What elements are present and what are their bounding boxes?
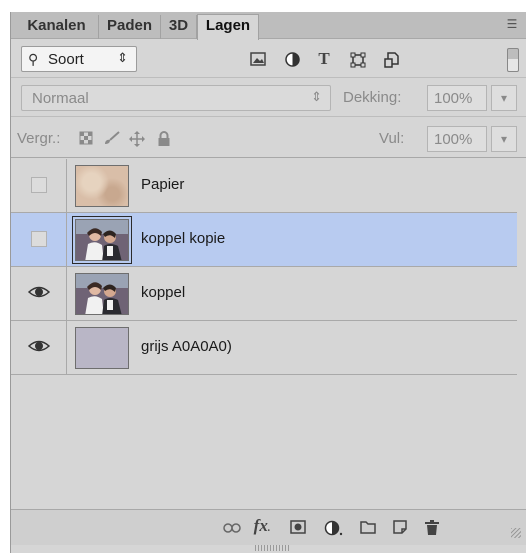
- type-filter-icon[interactable]: T: [313, 49, 335, 68]
- eye-icon[interactable]: [28, 283, 50, 301]
- layer-name[interactable]: koppel kopie: [141, 230, 225, 247]
- new-layer-icon[interactable]: [389, 520, 411, 539]
- tab-kanalen[interactable]: Kanalen: [15, 15, 99, 39]
- trash-icon[interactable]: [421, 520, 443, 541]
- layer-thumbnail-photo: [75, 273, 129, 315]
- select-arrows-icon: ⇕: [117, 50, 128, 65]
- filter-row: ⚲ Soort ⇕ T: [11, 40, 526, 78]
- lock-all-icon[interactable]: [157, 131, 171, 150]
- select-arrows-icon: ⇕: [311, 89, 322, 104]
- layers-panel: Kanalen Paden 3D Lagen ☰ ⚲ Soort ⇕ T Nor…: [10, 12, 526, 553]
- opacity-label: Dekking:: [343, 89, 402, 106]
- smart-object-filter-icon[interactable]: [381, 52, 403, 68]
- opacity-dropdown-button[interactable]: ▾: [491, 85, 517, 111]
- layers-list: Papier koppel kopie koppel grijs A0A0A0): [11, 159, 517, 509]
- folder-icon[interactable]: [357, 520, 379, 539]
- layer-row-grijs[interactable]: grijs A0A0A0): [11, 321, 517, 375]
- filter-toggle-switch[interactable]: [507, 48, 519, 72]
- visibility-cell[interactable]: [11, 267, 67, 320]
- visibility-cell[interactable]: [11, 213, 67, 266]
- filter-kind-select[interactable]: ⚲ Soort ⇕: [21, 46, 137, 72]
- tab-paden[interactable]: Paden: [99, 15, 161, 39]
- blend-mode-label: Normaal: [32, 90, 89, 107]
- fx-icon[interactable]: fx.: [251, 516, 273, 536]
- resize-corner-grip[interactable]: [511, 528, 521, 538]
- eye-icon[interactable]: [28, 337, 50, 355]
- layer-thumbnail-grey: [75, 327, 129, 369]
- layer-name[interactable]: Papier: [141, 176, 184, 193]
- opacity-input[interactable]: 100%: [427, 85, 487, 111]
- layer-thumbnail-paper: [75, 165, 129, 207]
- layer-row-papier[interactable]: Papier: [11, 159, 517, 213]
- tab-3d[interactable]: 3D: [161, 15, 197, 39]
- lock-label: Vergr.:: [17, 130, 61, 147]
- layers-bottom-toolbar: fx.: [11, 509, 526, 545]
- top-strip: [0, 0, 526, 12]
- fill-input[interactable]: 100%: [427, 126, 487, 152]
- layer-name[interactable]: grijs A0A0A0): [141, 338, 232, 355]
- layer-row-koppel[interactable]: koppel: [11, 267, 517, 321]
- adjustment-icon[interactable]: [323, 520, 345, 541]
- visibility-off-box[interactable]: [31, 231, 47, 247]
- blend-mode-select[interactable]: Normaal ⇕: [21, 85, 331, 111]
- visibility-cell[interactable]: [11, 159, 67, 212]
- layer-row-koppel-kopie[interactable]: koppel kopie: [11, 213, 517, 267]
- panel-tab-bar: Kanalen Paden 3D Lagen ☰: [11, 12, 526, 40]
- lock-move-icon[interactable]: [129, 131, 145, 150]
- adjustment-filter-icon[interactable]: [281, 52, 303, 68]
- mask-icon[interactable]: [287, 520, 309, 539]
- panel-menu-icon[interactable]: ☰: [503, 17, 521, 31]
- layer-thumbnail-photo: [72, 216, 132, 264]
- search-icon: ⚲: [28, 51, 39, 67]
- fill-label: Vul:: [379, 130, 405, 147]
- lock-transparent-icon[interactable]: [79, 131, 93, 148]
- link-icon[interactable]: [221, 520, 243, 538]
- panel-resize-grip[interactable]: [255, 545, 291, 551]
- layer-name[interactable]: koppel: [141, 284, 185, 301]
- lock-paint-icon[interactable]: [103, 131, 121, 148]
- fill-dropdown-button[interactable]: ▾: [491, 126, 517, 152]
- lock-row: Vergr.: Vul: 100% ▾: [11, 118, 526, 158]
- blend-row: Normaal ⇕ Dekking: 100% ▾: [11, 79, 526, 117]
- visibility-off-box[interactable]: [31, 177, 47, 193]
- left-strip: [0, 0, 10, 559]
- visibility-cell[interactable]: [11, 321, 67, 374]
- filter-kind-label: Soort: [48, 51, 84, 68]
- tab-lagen[interactable]: Lagen: [197, 14, 259, 40]
- image-filter-icon[interactable]: [247, 52, 269, 68]
- bottom-strip: [0, 553, 526, 559]
- shape-filter-icon[interactable]: [347, 52, 369, 68]
